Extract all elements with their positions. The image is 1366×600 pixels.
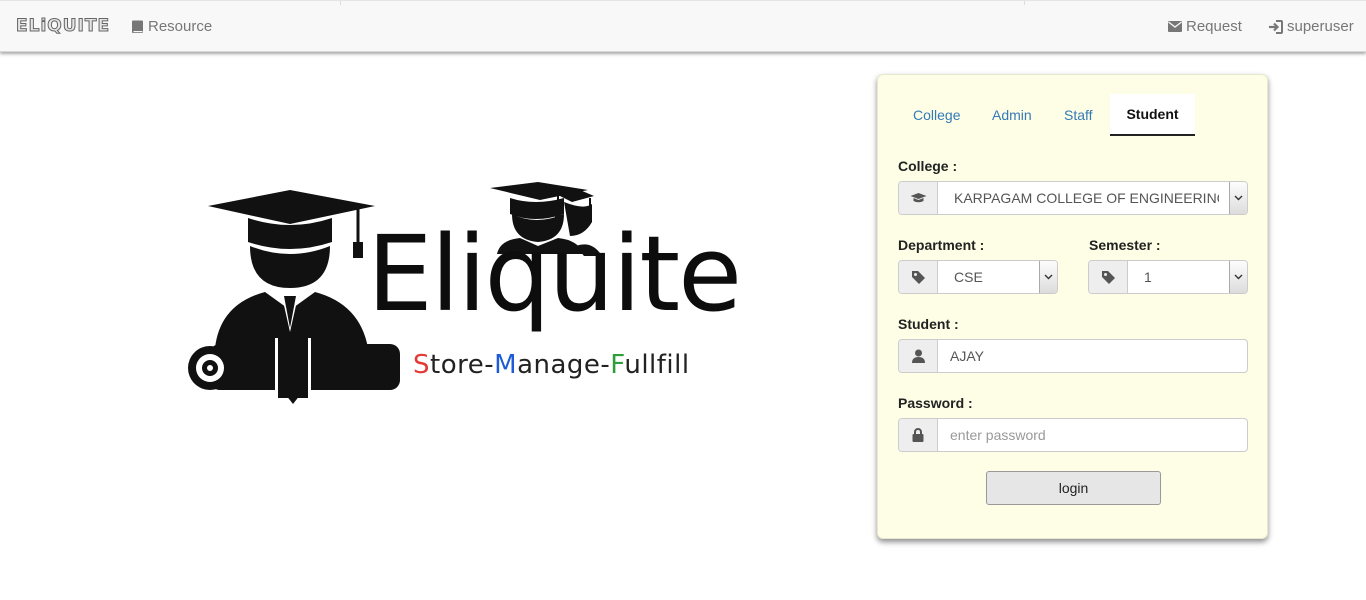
password-placeholder: enter password [950,427,1046,443]
tagline-letter-f: F [610,350,625,380]
caret [1229,261,1247,293]
user-icon [911,349,925,363]
log-in-icon [1269,19,1283,34]
tab-staff[interactable]: Staff [1064,107,1093,123]
chevron-down-icon [1234,274,1243,280]
chevron-down-icon [1234,195,1243,201]
addon [899,182,938,214]
eliquite-logo: Eliquite Store-Manage-Fullfill [180,180,742,410]
envelope-icon [1168,21,1182,32]
logo-wordmark: Eliquite [367,213,742,335]
college-select[interactable]: KARPAGAM COLLEGE OF ENGINEERING [898,181,1248,215]
book-icon [132,20,143,33]
addon [899,261,938,293]
tag-icon [1101,270,1115,284]
college-label: College : [898,158,958,174]
tagline-part: tore- [430,350,495,380]
brand-logo-text[interactable]: ELiQUITE [15,16,110,37]
login-button[interactable]: login [986,471,1161,505]
nav-request-label: Request [1186,18,1242,35]
department-label: Department : [898,237,985,253]
department-select[interactable]: CSE [898,260,1058,294]
student-value: AJAY [950,348,984,364]
tagline-part: ullfill [624,350,690,380]
tab-college[interactable]: College [913,107,960,123]
semester-label: Semester : [1089,237,1161,253]
student-label: Student : [898,316,959,332]
college-value: KARPAGAM COLLEGE OF ENGINEERING [954,190,1219,206]
login-card: College Admin Staff Student College : KA… [877,74,1268,539]
addon [899,419,938,451]
student-input[interactable]: AJAY [898,339,1248,373]
navbar-divider [340,1,341,5]
graduation-cap-icon [910,193,926,203]
logo-tagline: Store-Manage-Fullfill [413,350,690,380]
addon [899,340,938,372]
nav-request-link[interactable]: Request [1168,18,1242,35]
caret [1039,261,1057,293]
tab-student[interactable]: Student [1110,94,1195,136]
nav-resource-label: Resource [148,18,213,35]
tagline-letter-s: S [413,350,431,380]
tagline-letter-m: M [494,350,518,380]
nav-user-label: superuser [1287,18,1354,35]
password-label: Password : [898,395,973,411]
password-input[interactable]: enter password [898,418,1248,452]
addon [1089,261,1128,293]
navbar-divider [1024,1,1025,5]
tagline-part: anage- [517,350,611,380]
caret [1229,182,1247,214]
department-value: CSE [954,269,983,285]
top-navbar: ELiQUITE Resource Request superuser [0,0,1366,52]
semester-value: 1 [1144,269,1152,285]
tab-admin[interactable]: Admin [992,107,1032,123]
nav-user-link[interactable]: superuser [1268,18,1354,35]
lock-icon [912,428,924,442]
tag-icon [911,270,925,284]
nav-resource-link[interactable]: Resource [131,18,212,35]
chevron-down-icon [1044,274,1053,280]
semester-select[interactable]: 1 [1088,260,1248,294]
